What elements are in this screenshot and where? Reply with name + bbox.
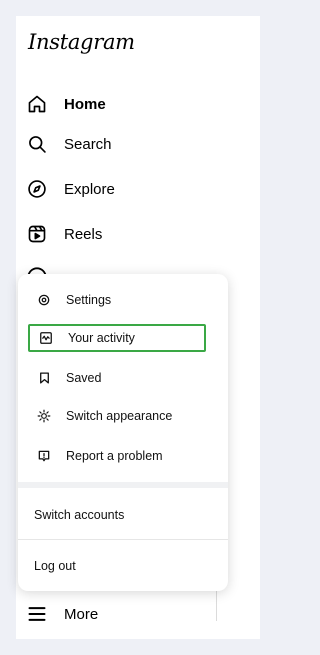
menu-item-your-activity-label: Your activity	[68, 331, 135, 345]
menu-item-settings[interactable]: Settings	[28, 286, 206, 314]
menu-item-your-activity[interactable]: Your activity	[28, 324, 206, 352]
report-icon	[36, 448, 52, 464]
compass-icon	[26, 178, 48, 200]
nav-home[interactable]: Home	[26, 88, 106, 120]
bookmark-icon	[36, 370, 52, 386]
reels-icon	[26, 223, 48, 245]
home-icon	[26, 93, 48, 115]
instagram-logo[interactable]: Instagram	[28, 30, 135, 54]
menu-item-switch-appearance-label: Switch appearance	[66, 409, 173, 423]
nav-reels-label: Reels	[64, 225, 103, 243]
nav-reels[interactable]: Reels	[26, 218, 102, 250]
nav-more[interactable]: More	[26, 598, 98, 630]
activity-icon	[38, 330, 54, 346]
nav-search-label: Search	[64, 135, 112, 153]
log-out-button[interactable]: Log out	[34, 559, 76, 573]
search-icon	[26, 133, 48, 155]
gear-icon	[36, 292, 52, 308]
more-menu-popup: Settings Your activity Saved Switch appe…	[18, 274, 228, 591]
menu-item-switch-appearance[interactable]: Switch appearance	[28, 402, 206, 430]
nav-explore-label: Explore	[64, 180, 115, 198]
nav-search[interactable]: Search	[26, 128, 112, 160]
menu-item-settings-label: Settings	[66, 293, 112, 307]
menu-section-divider	[18, 482, 228, 488]
menu-divider-line	[18, 539, 228, 540]
nav-home-label: Home	[64, 95, 106, 113]
nav-more-label: More	[64, 605, 99, 623]
menu-item-saved[interactable]: Saved	[28, 364, 206, 392]
menu-item-report-problem[interactable]: Report a problem	[28, 442, 206, 470]
menu-item-report-problem-label: Report a problem	[66, 449, 163, 463]
sun-icon	[36, 408, 52, 424]
switch-accounts-button[interactable]: Switch accounts	[34, 508, 124, 522]
hamburger-icon	[26, 603, 48, 625]
nav-explore[interactable]: Explore	[26, 173, 115, 205]
menu-item-saved-label: Saved	[66, 371, 102, 385]
